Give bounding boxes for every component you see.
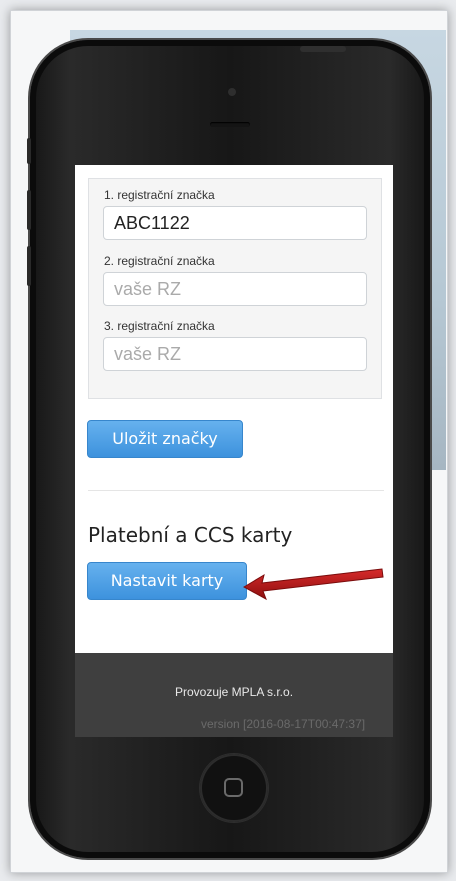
footer: Provozuje MPLA s.r.o. version [2016-08-1… xyxy=(75,653,393,737)
plate3-label: 3. registrační značka xyxy=(104,319,215,333)
plate2-input[interactable]: vaše RZ xyxy=(103,272,367,306)
volume-down-button xyxy=(27,246,31,286)
home-square-icon xyxy=(224,778,243,797)
save-plates-button[interactable]: Uložit značky xyxy=(87,420,243,458)
home-button xyxy=(200,754,268,822)
footer-version: version [2016-08-17T00:47:37] xyxy=(201,717,366,731)
plate1-input[interactable]: ABC1122 xyxy=(103,206,367,240)
plate2-label: 2. registrační značka xyxy=(104,254,215,268)
red-arrow-icon xyxy=(242,568,384,601)
plate3-input[interactable]: vaše RZ xyxy=(103,337,367,371)
footer-operator: Provozuje MPLA s.r.o. xyxy=(174,685,294,699)
volume-up-button xyxy=(27,190,31,230)
plates-panel: 1. registrační značka ABC1122 2. registr… xyxy=(88,178,382,399)
front-camera xyxy=(228,88,236,96)
phone-screen: 1. registrační značka ABC1122 2. registr… xyxy=(75,165,393,737)
plate1-label: 1. registrační značka xyxy=(104,188,215,202)
cards-heading: Platební a CCS karty xyxy=(88,523,293,547)
set-cards-button[interactable]: Nastavit karty xyxy=(87,562,247,600)
earpiece-speaker xyxy=(210,122,250,127)
section-divider xyxy=(88,490,384,491)
power-button xyxy=(300,46,346,52)
mute-switch xyxy=(27,138,31,164)
